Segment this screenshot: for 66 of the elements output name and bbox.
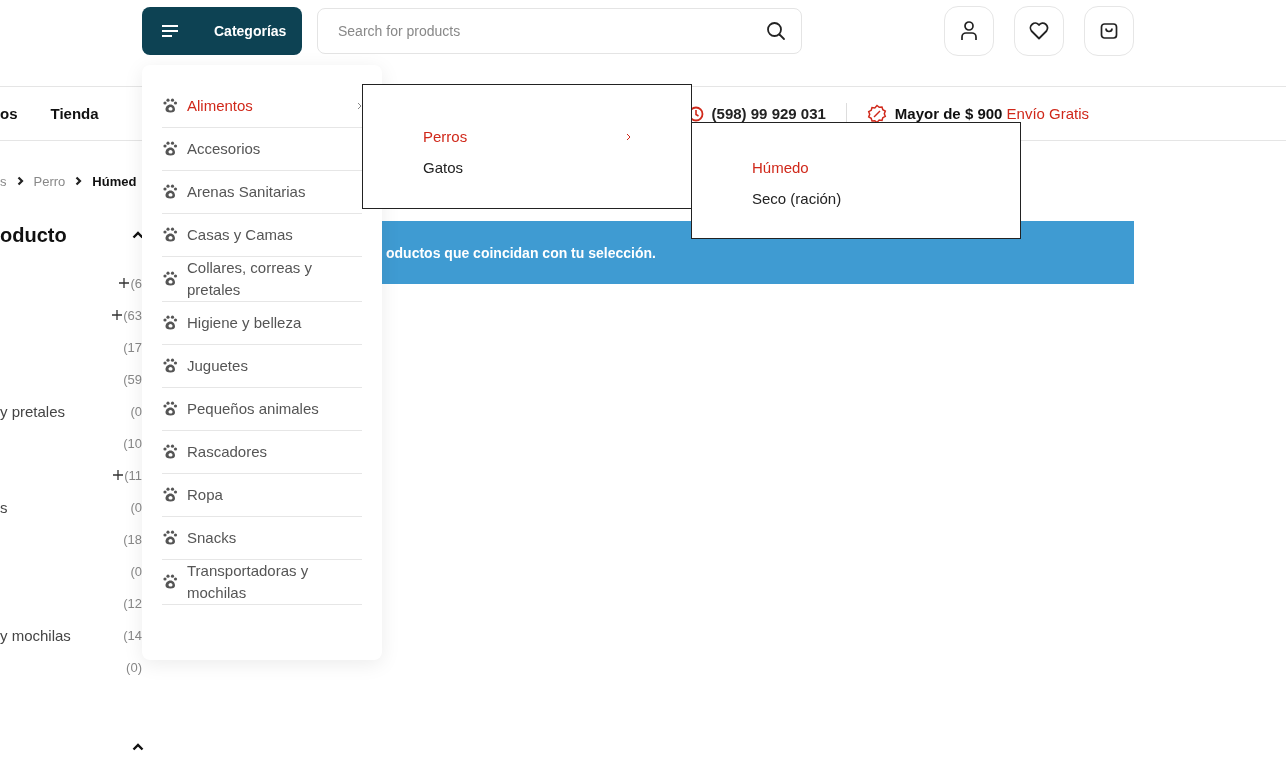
paw-icon	[162, 141, 178, 157]
paw-icon	[162, 487, 178, 503]
cart-button[interactable]	[1084, 6, 1134, 56]
paw-icon	[162, 530, 178, 546]
item-count: (10	[123, 435, 142, 451]
breadcrumb-link[interactable]: Perro	[33, 173, 66, 189]
free-shipping-text: Mayor de $ 900 Envío Gratis	[894, 105, 1090, 122]
search-field[interactable]: Search for products	[317, 8, 802, 54]
item-count: (11	[124, 467, 142, 483]
category-menu-item[interactable]: Higiene y belleza	[162, 302, 362, 345]
caret-icon[interactable]	[132, 743, 144, 751]
item-count: (59	[123, 371, 142, 387]
item-count: (63	[123, 307, 142, 323]
item-count: (18	[123, 531, 142, 547]
paw-icon	[162, 401, 178, 417]
category-menu-item[interactable]: Snacks	[162, 517, 362, 560]
menu-icon	[162, 25, 178, 37]
nav-link[interactable]: Tienda	[50, 105, 99, 122]
filter-title: oducto	[0, 223, 67, 247]
paw-icon	[162, 184, 178, 200]
breadcrumb-link[interactable]: s	[0, 173, 7, 189]
bag-icon	[1100, 22, 1118, 40]
paw-icon	[162, 444, 178, 460]
paw-icon	[162, 98, 178, 114]
category-menu-item[interactable]: Ropa	[162, 474, 362, 517]
submenu-item[interactable]: Húmedo	[752, 152, 960, 183]
paw-icon	[162, 315, 178, 331]
plus-icon[interactable]	[112, 310, 123, 320]
paw-icon	[162, 358, 178, 374]
account-button[interactable]	[944, 6, 994, 56]
plus-icon[interactable]	[113, 470, 124, 480]
category-menu-item[interactable]: Collares, correas y pretales	[162, 257, 362, 302]
discount-badge-icon	[866, 103, 887, 124]
heart-icon	[1029, 22, 1049, 40]
search-icon[interactable]	[766, 21, 786, 41]
paw-icon	[162, 227, 178, 243]
item-count: (14	[123, 627, 142, 643]
item-count: (0	[130, 499, 142, 515]
category-menu-item[interactable]: Casas y Camas	[162, 214, 362, 257]
chevron-right-icon	[16, 176, 24, 186]
item-count: (0)	[126, 659, 142, 675]
filter-option[interactable]: y mochilas	[0, 626, 71, 644]
user-icon	[960, 21, 978, 41]
item-count: (0	[130, 563, 142, 579]
categories-button[interactable]: Categorías	[142, 7, 302, 55]
phone-number: (598) 99 929 031	[711, 105, 826, 122]
nav-link[interactable]: os	[0, 105, 18, 122]
chevron-right-icon	[75, 176, 83, 186]
wishlist-button[interactable]	[1014, 6, 1064, 56]
plus-icon[interactable]	[119, 278, 130, 288]
item-count: (17	[123, 339, 142, 355]
item-count: (6	[130, 275, 142, 291]
submenu-item[interactable]: Seco (ración)	[752, 183, 960, 214]
submenu-item[interactable]: Gatos	[423, 152, 631, 183]
category-menu-item[interactable]: Transportadoras y mochilas	[162, 560, 362, 605]
category-menu-item[interactable]: Pequeños animales	[162, 388, 362, 431]
filter-option[interactable]: s	[0, 498, 8, 516]
item-count: (12	[123, 595, 142, 611]
item-count: (0	[130, 403, 142, 419]
submenu-item[interactable]: Perros	[423, 121, 631, 152]
filter-option[interactable]: y pretales	[0, 402, 66, 420]
paw-icon	[162, 574, 178, 590]
category-menu-item[interactable]: Rascadores	[162, 431, 362, 474]
breadcrumb-current: Húmed	[92, 173, 137, 189]
paw-icon	[162, 271, 178, 287]
category-menu-item[interactable]: Juguetes	[162, 345, 362, 388]
